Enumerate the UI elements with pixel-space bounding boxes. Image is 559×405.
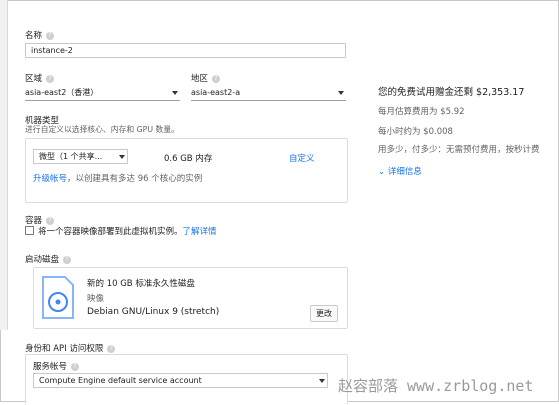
container-checkbox[interactable] [25,226,34,235]
region-select[interactable]: asia-east2（香港） [25,86,180,101]
identity-title: 身份和 API 访问权限? [25,342,116,354]
name-input[interactable]: instance-2 [25,43,346,58]
chevron-down-icon [319,379,325,383]
help-icon[interactable]: ? [63,255,72,264]
machine-type-card: 微型（1 个共享... 0.6 GB 内存 自定义 升级帐号，以创建具有多达 9… [25,138,348,203]
chevron-down-icon [338,91,344,95]
memory-text: 0.6 GB 内存 [164,154,213,164]
learn-more-link[interactable]: 了解详情 [183,227,217,237]
customize-link[interactable]: 自定义 [289,152,315,164]
zone-label: 地区? [191,72,221,84]
os-name: Debian GNU/Linux 9 (stretch) [87,307,220,317]
machine-type-subtitle: 进行自定义以选择核心、内存和 GPU 数量。 [25,125,179,134]
upgrade-account-link[interactable]: 升级帐号 [33,174,67,184]
region-label: 区域? [25,72,55,84]
service-account-label: 服务帐号? [33,360,80,372]
change-disk-button[interactable]: 更改 [310,305,338,322]
help-icon[interactable]: ? [71,362,80,371]
watermark-text: 赵容部落 www.zrblog.net [338,377,534,395]
help-icon[interactable]: ? [46,216,55,225]
left-rail [0,0,8,330]
boot-disk-card: 新的 10 GB 标准永久性磁盘 映像 Debian GNU/Linux 9 (… [33,267,348,329]
upgrade-text: ，以创建具有多达 96 个核心的实例 [67,174,203,184]
image-label: 映像 [87,294,105,304]
cores-select[interactable]: 微型（1 个共享... [33,149,128,164]
disk-title: 新的 10 GB 标准永久性磁盘 [87,279,195,289]
boot-disk-title: 启动磁盘? [25,253,72,265]
zone-select[interactable]: asia-east2-a [191,86,346,101]
monthly-estimate: 每月估算费用为 $5.92 [378,107,465,117]
help-icon[interactable]: ? [107,344,116,353]
hourly-estimate: 每小时约为 $0.008 [378,127,453,137]
container-checkbox-label: 将一个容器映像部署到此虚拟机实例。 [38,227,183,237]
help-icon[interactable]: ? [46,31,55,40]
usage-note: 用多少，付多少：无需预付费用，按秒计费 [378,145,540,155]
chevron-down-icon [172,91,178,95]
details-link[interactable]: ⌄ 详细信息 [378,165,422,177]
service-account-select[interactable]: Compute Engine default service account [33,373,328,388]
identity-card: 服务帐号? Compute Engine default service acc… [25,354,348,405]
chevron-down-icon: ⌄ [378,167,386,177]
chevron-down-icon [119,155,125,159]
disk-icon [42,276,74,319]
free-trial-credit: 您的免费试用赠金还剩 $2,353.17 [378,87,525,98]
help-icon[interactable]: ? [46,74,55,83]
help-icon[interactable]: ? [212,74,221,83]
name-label: 名称? [25,29,55,41]
